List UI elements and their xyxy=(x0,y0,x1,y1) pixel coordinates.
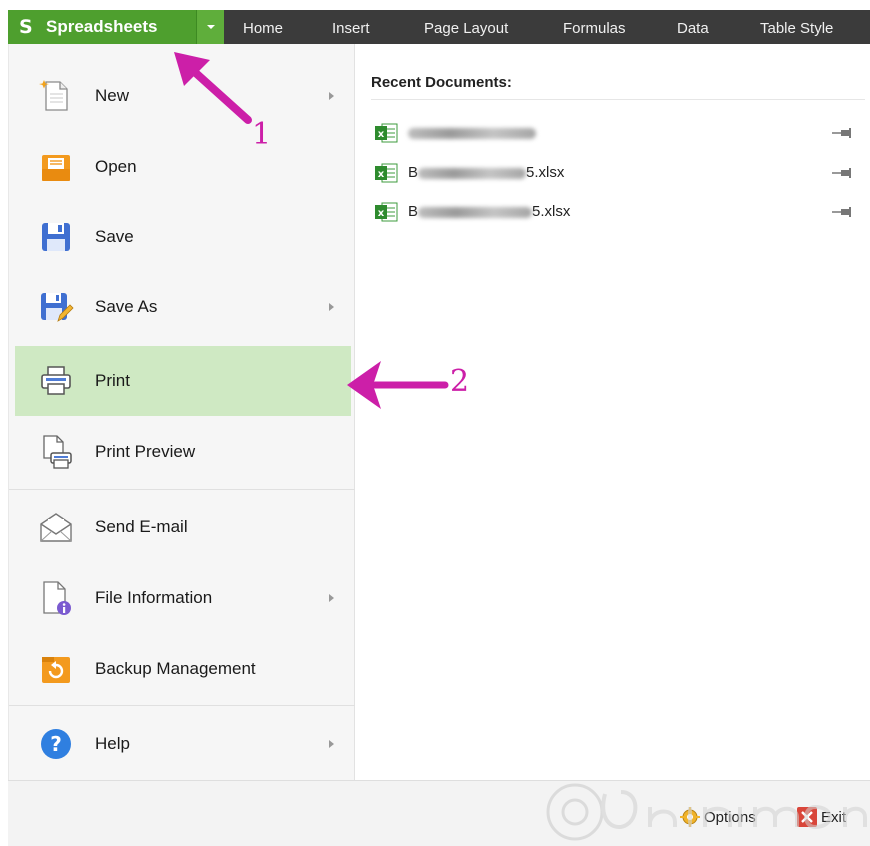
tab-insert[interactable]: Insert xyxy=(332,20,370,37)
tab-data[interactable]: Data xyxy=(677,20,709,37)
menu-separator xyxy=(9,705,355,706)
file-info-icon xyxy=(43,581,71,615)
redacted-filename xyxy=(408,127,536,139)
menu-label-save-as: Save As xyxy=(95,297,158,316)
open-folder-icon xyxy=(42,155,70,181)
help-icon: ? xyxy=(41,729,71,759)
menu-item-save[interactable]: Save xyxy=(9,202,355,272)
envelope-icon xyxy=(40,513,72,542)
recent-divider xyxy=(371,99,865,100)
file-menu-panel: New Open Save Save As Print Print Previe… xyxy=(8,44,355,780)
recent-document-name: B 5.xlsx xyxy=(408,164,565,181)
svg-text:x: x xyxy=(378,129,385,140)
tab-formulas[interactable]: Formulas xyxy=(563,20,626,37)
exit-button[interactable]: Exit xyxy=(797,807,846,827)
pin-icon[interactable] xyxy=(832,167,854,179)
chevron-right-icon xyxy=(329,92,334,100)
tab-table-style[interactable]: Table Style xyxy=(760,20,833,37)
menu-item-backup-management[interactable]: Backup Management xyxy=(9,634,355,704)
excel-file-icon: x xyxy=(375,202,398,222)
file-menu-footer: Options Exit xyxy=(8,780,870,846)
excel-file-icon: x xyxy=(375,163,398,183)
gear-icon xyxy=(680,807,700,827)
chevron-down-icon xyxy=(206,25,215,29)
redacted-filename xyxy=(418,206,533,218)
recent-document-row[interactable]: x B 5.xlsx xyxy=(374,161,864,185)
redacted-filename xyxy=(418,167,527,179)
menu-item-open[interactable]: Open xyxy=(9,132,355,202)
annotation-arrow-2 xyxy=(347,361,449,409)
chevron-right-icon xyxy=(329,740,334,748)
options-label: Options xyxy=(704,808,756,826)
menu-label-print-preview: Print Preview xyxy=(95,442,196,461)
chevron-right-icon xyxy=(329,303,334,311)
chevron-right-icon xyxy=(329,594,334,602)
menu-label-send-email: Send E-mail xyxy=(95,517,188,536)
menu-item-new[interactable]: New xyxy=(9,61,355,131)
save-as-icon xyxy=(41,293,74,322)
menu-label-save: Save xyxy=(95,227,134,246)
menu-item-file-information[interactable]: File Information xyxy=(9,563,355,633)
menu-item-print[interactable]: Print xyxy=(15,346,351,416)
menu-separator xyxy=(9,489,355,490)
recent-document-name: B 5.xlsx xyxy=(408,203,571,220)
menu-label-help: Help xyxy=(95,734,130,753)
new-file-icon xyxy=(39,80,68,111)
menu-item-send-email[interactable]: Send E-mail xyxy=(9,492,355,562)
menu-label-print: Print xyxy=(95,371,130,390)
close-icon xyxy=(797,807,817,827)
annotation-number-2: 2 xyxy=(450,364,470,399)
print-preview-icon xyxy=(43,435,72,469)
menu-label-file-information: File Information xyxy=(95,588,213,607)
exit-label: Exit xyxy=(821,808,847,826)
recent-document-name xyxy=(408,124,536,141)
annotation-number-1: 1 xyxy=(252,117,272,152)
svg-text:x: x xyxy=(378,208,385,219)
ribbon-bar: S Spreadsheets Home Insert Page Layout F… xyxy=(8,10,870,44)
app-logo-icon: S xyxy=(19,16,33,38)
pin-icon[interactable] xyxy=(832,127,854,139)
backup-icon xyxy=(42,657,70,683)
printer-icon xyxy=(41,366,71,395)
menu-item-print-preview[interactable]: Print Preview xyxy=(9,417,355,487)
menu-item-help[interactable]: ? Help xyxy=(9,709,355,779)
svg-text:x: x xyxy=(378,169,385,180)
svg-text:?: ? xyxy=(50,732,62,756)
options-button[interactable]: Options xyxy=(680,807,756,827)
pin-icon[interactable] xyxy=(832,206,854,218)
menu-label-backup-management: Backup Management xyxy=(95,659,256,678)
tab-home[interactable]: Home xyxy=(243,20,283,37)
app-menu-dropdown-button[interactable] xyxy=(196,10,224,44)
recent-document-row[interactable]: x xyxy=(374,121,864,145)
recent-document-row[interactable]: x B 5.xlsx xyxy=(374,200,864,224)
tab-page-layout[interactable]: Page Layout xyxy=(424,20,508,37)
app-title: Spreadsheets xyxy=(46,17,158,36)
app-menu-button[interactable]: S Spreadsheets xyxy=(8,10,196,44)
recent-documents-title: Recent Documents: xyxy=(371,74,512,91)
menu-label-open: Open xyxy=(95,157,137,176)
menu-item-save-as[interactable]: Save As xyxy=(9,272,355,342)
excel-file-icon: x xyxy=(375,123,398,143)
menu-label-new: New xyxy=(95,86,130,105)
save-disk-icon xyxy=(42,223,70,251)
